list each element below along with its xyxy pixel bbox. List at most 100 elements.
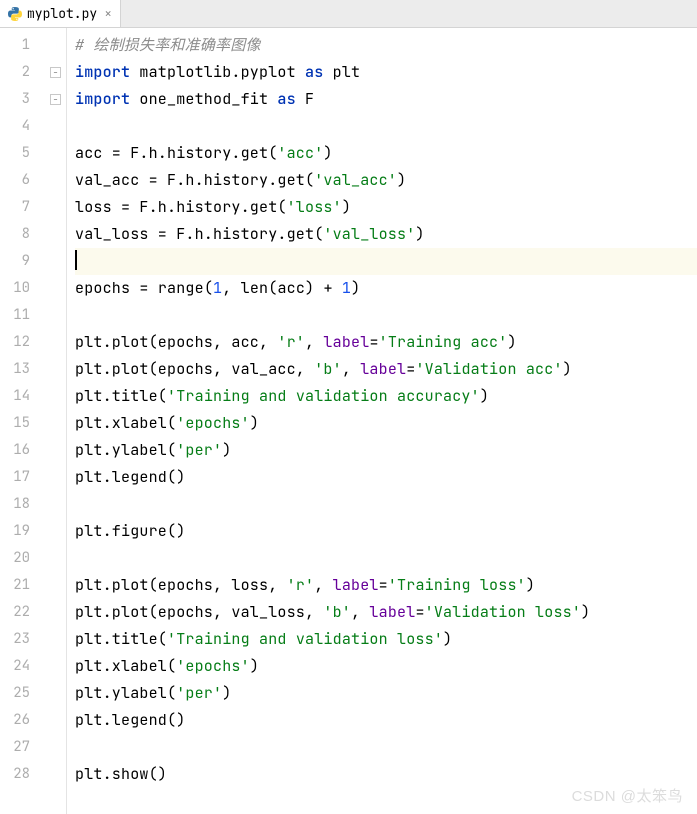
line-number: 8 (0, 221, 48, 248)
code-line[interactable]: plt.title('Training and validation accur… (75, 383, 697, 410)
code-line[interactable]: plt.plot(epochs, loss, 'r', label='Train… (75, 572, 697, 599)
code-line[interactable]: plt.figure() (75, 518, 697, 545)
code-line[interactable]: plt.ylabel('per') (75, 437, 697, 464)
token: plt (323, 62, 360, 82)
close-icon[interactable]: × (102, 5, 114, 22)
line-number: 16 (0, 437, 48, 464)
token: label (360, 359, 406, 379)
watermark: CSDN @太笨鸟 (572, 785, 683, 806)
token: label (323, 332, 369, 352)
line-number: 4 (0, 113, 48, 140)
line-number: 18 (0, 491, 48, 518)
code-line[interactable] (75, 491, 697, 518)
token: , (314, 575, 332, 595)
code-line[interactable]: # 绘制损失率和准确率图像 (75, 32, 697, 59)
code-editor[interactable]: 1234567891011121314151617181920212223242… (0, 28, 697, 814)
line-number: 2 (0, 59, 48, 86)
token: import (75, 62, 130, 82)
line-number: 27 (0, 734, 48, 761)
code-line[interactable] (75, 113, 697, 140)
line-number: 17 (0, 464, 48, 491)
code-line[interactable]: val_acc = F.h.history.get('val_acc') (75, 167, 697, 194)
token: , (342, 359, 360, 379)
token: ) (397, 170, 406, 190)
token: 'per' (176, 683, 222, 703)
token: , (351, 602, 369, 622)
file-tab[interactable]: myplot.py × (0, 0, 121, 27)
token: 1 (213, 278, 222, 298)
token: 'r' (277, 332, 305, 352)
fold-toggle-icon[interactable]: - (50, 94, 61, 105)
code-line[interactable]: plt.title('Training and validation loss'… (75, 626, 697, 653)
code-line[interactable]: plt.legend() (75, 707, 697, 734)
token: , (305, 332, 323, 352)
line-number: 6 (0, 167, 48, 194)
token: , (222, 278, 240, 298)
code-line[interactable]: plt.plot(epochs, val_acc, 'b', label='Va… (75, 356, 697, 383)
token: 'Training and validation accuracy' (167, 386, 480, 406)
token: plt.xlabel( (75, 656, 176, 676)
token: ) (222, 683, 231, 703)
code-line[interactable]: import one_method_fit as F (75, 86, 697, 113)
token: as (277, 89, 295, 109)
code-line[interactable]: plt.plot(epochs, acc, 'r', label='Traini… (75, 329, 697, 356)
code-line[interactable]: plt.show() (75, 761, 697, 788)
line-number-gutter: 1234567891011121314151617181920212223242… (0, 28, 48, 814)
code-line[interactable]: import matplotlib.pyplot as plt (75, 59, 697, 86)
line-number: 25 (0, 680, 48, 707)
token: ) (342, 197, 351, 217)
token: as (305, 62, 323, 82)
code-line[interactable]: plt.legend() (75, 464, 697, 491)
fold-toggle-icon[interactable]: - (50, 67, 61, 78)
token: = (369, 332, 378, 352)
code-line[interactable]: plt.xlabel('epochs') (75, 410, 697, 437)
token: ) (563, 359, 572, 379)
token: plt.ylabel( (75, 440, 176, 460)
code-line[interactable] (75, 734, 697, 761)
token: ) (222, 440, 231, 460)
code-line[interactable]: plt.xlabel('epochs') (75, 653, 697, 680)
code-line[interactable]: plt.plot(epochs, val_loss, 'b', label='V… (75, 599, 697, 626)
line-number: 13 (0, 356, 48, 383)
token: 'r' (287, 575, 315, 595)
line-number: 5 (0, 140, 48, 167)
line-number: 26 (0, 707, 48, 734)
line-number: 28 (0, 761, 48, 788)
token: plt.figure() (75, 521, 185, 541)
token: plt.xlabel( (75, 413, 176, 433)
token: plt.plot(epochs, acc, (75, 332, 277, 352)
token: ) (323, 143, 332, 163)
code-line[interactable] (75, 302, 697, 329)
token: 'Training loss' (388, 575, 526, 595)
line-number: 19 (0, 518, 48, 545)
token: range (158, 278, 204, 298)
token: val_acc = F.h.history.get( (75, 170, 314, 190)
token: plt.plot(epochs, val_loss, (75, 602, 323, 622)
code-line[interactable]: acc = F.h.history.get('acc') (75, 140, 697, 167)
code-line[interactable] (75, 545, 697, 572)
token: 'epochs' (176, 656, 250, 676)
token: ) (581, 602, 590, 622)
text-caret (75, 250, 77, 270)
code-line[interactable] (75, 248, 697, 275)
line-number: 9 (0, 248, 48, 275)
tab-filename: myplot.py (27, 5, 97, 22)
token: 'acc' (277, 143, 323, 163)
token: plt.title( (75, 386, 167, 406)
token: 'Validation acc' (415, 359, 562, 379)
token: # 绘制损失率和准确率图像 (75, 35, 261, 55)
token: 'epochs' (176, 413, 250, 433)
code-line[interactable]: loss = F.h.history.get('loss') (75, 194, 697, 221)
code-line[interactable]: epochs = range(1, len(acc) + 1) (75, 275, 697, 302)
line-number: 14 (0, 383, 48, 410)
code-area[interactable]: # 绘制损失率和准确率图像 import matplotlib.pyplot as… (66, 28, 697, 814)
code-line[interactable]: val_loss = F.h.history.get('val_loss') (75, 221, 697, 248)
token: label (369, 602, 415, 622)
token: ) (351, 278, 360, 298)
code-line[interactable]: plt.ylabel('per') (75, 680, 697, 707)
token: 'b' (323, 602, 351, 622)
token: ) (415, 224, 424, 244)
token: 'per' (176, 440, 222, 460)
token: ) (443, 629, 452, 649)
token: ) (250, 656, 259, 676)
